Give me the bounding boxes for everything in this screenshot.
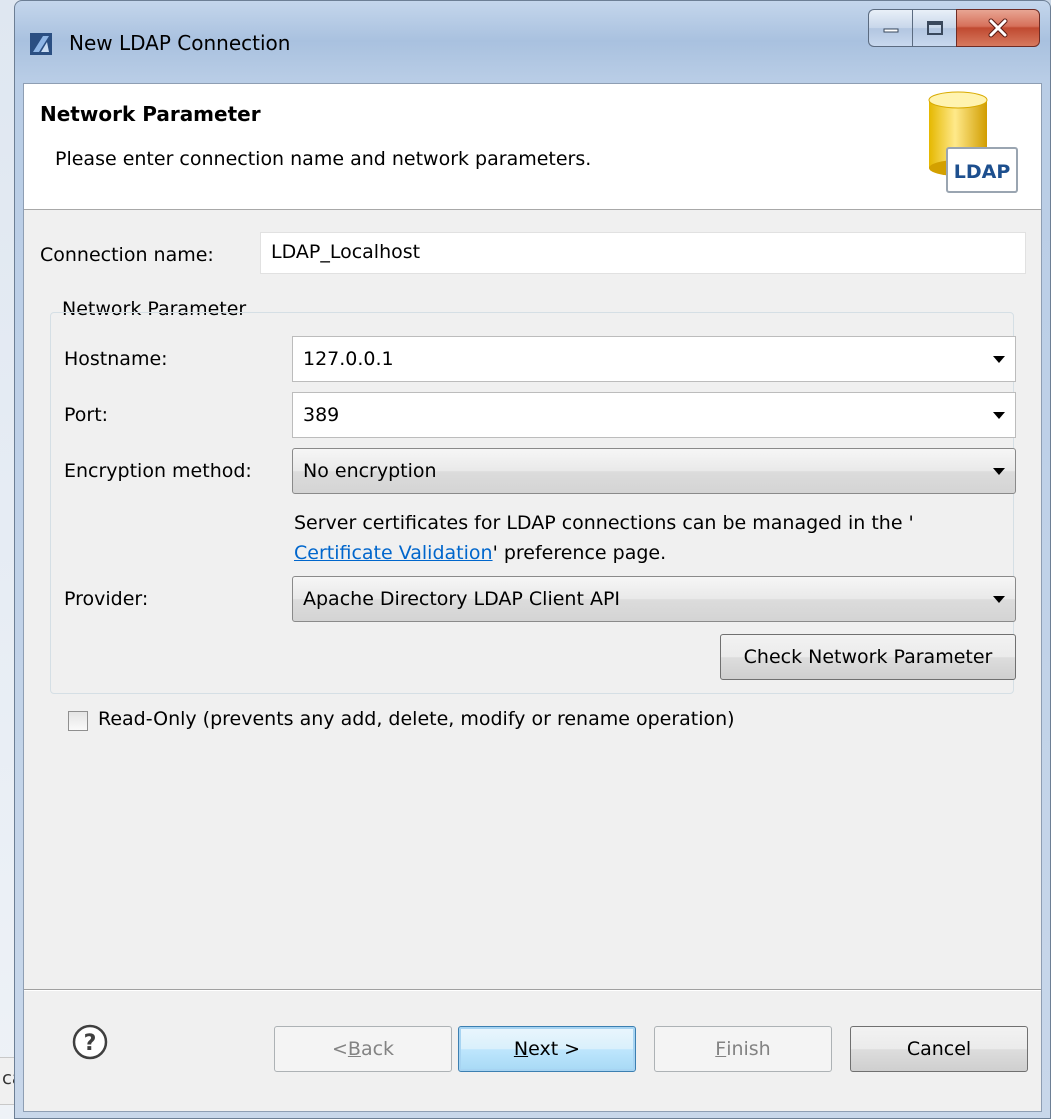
ldap-logo-text: LDAP [954, 161, 1011, 183]
window-controls [868, 9, 1040, 49]
certificate-note: Server certificates for LDAP connections… [294, 508, 914, 568]
check-network-parameter-button[interactable]: Check Network Parameter [720, 634, 1016, 680]
maximize-button[interactable] [912, 9, 956, 47]
back-button-prefix: < [331, 1038, 348, 1060]
back-button-mnemonic: B [347, 1038, 361, 1060]
close-button[interactable] [956, 9, 1040, 47]
finish-button[interactable]: Finish [654, 1026, 832, 1072]
hostname-combo[interactable]: 127.0.0.1 [292, 336, 1016, 382]
port-combo[interactable]: 389 [292, 392, 1016, 438]
next-button-mnemonic: N [513, 1038, 529, 1060]
chevron-down-icon[interactable] [993, 411, 1005, 419]
read-only-label[interactable]: Read-Only (prevents any add, delete, mod… [98, 708, 735, 730]
footer-separator [24, 989, 1041, 991]
port-label: Port: [64, 404, 109, 426]
svg-text:?: ? [84, 1031, 97, 1056]
close-icon [988, 18, 1008, 38]
page-description: Please enter connection name and network… [55, 148, 592, 170]
certificate-note-suffix: ' preference page. [492, 542, 667, 564]
provider-value: Apache Directory LDAP Client API [303, 588, 621, 610]
next-button-suffix: ext > [528, 1038, 581, 1060]
window-title: New LDAP Connection [69, 31, 291, 55]
maximize-icon [926, 21, 943, 35]
finish-button-suffix: inish [726, 1038, 771, 1060]
certificate-note-prefix: Server certificates for LDAP connections… [294, 512, 914, 534]
app-icon [30, 33, 52, 55]
ldap-logo-icon: LDAP [928, 91, 1018, 193]
minimize-icon [883, 28, 898, 33]
next-button[interactable]: Next > [458, 1026, 636, 1072]
encryption-method-label: Encryption method: [64, 460, 252, 482]
page-title: Network Parameter [40, 102, 261, 126]
back-button-suffix: ack [360, 1038, 395, 1060]
connection-name-label: Connection name: [40, 244, 214, 266]
encryption-method-value: No encryption [303, 460, 437, 482]
finish-button-mnemonic: F [715, 1038, 727, 1060]
help-icon[interactable]: ? [72, 1024, 108, 1060]
chevron-down-icon [993, 595, 1005, 603]
port-value: 389 [303, 404, 340, 426]
dialog-content: Network Parameter Please enter connectio… [23, 83, 1042, 1112]
read-only-checkbox[interactable] [68, 711, 88, 731]
wizard-banner: Network Parameter Please enter connectio… [24, 84, 1041, 210]
title-bar[interactable]: New LDAP Connection [15, 1, 1050, 83]
chevron-down-icon[interactable] [993, 355, 1005, 363]
encryption-method-select[interactable]: No encryption [292, 448, 1016, 494]
certificate-validation-link[interactable]: Certificate Validation [294, 542, 493, 564]
back-button[interactable]: < Back [274, 1026, 452, 1072]
provider-select[interactable]: Apache Directory LDAP Client API [292, 576, 1016, 622]
dialog-window: New LDAP Connection Network Parameter Pl… [14, 0, 1051, 1119]
hostname-label: Hostname: [64, 348, 168, 370]
minimize-button[interactable] [868, 9, 912, 47]
cancel-button[interactable]: Cancel [850, 1026, 1028, 1072]
connection-name-input[interactable]: LDAP_Localhost [260, 232, 1026, 274]
chevron-down-icon [993, 467, 1005, 475]
provider-label: Provider: [64, 588, 149, 610]
hostname-value: 127.0.0.1 [303, 348, 394, 370]
